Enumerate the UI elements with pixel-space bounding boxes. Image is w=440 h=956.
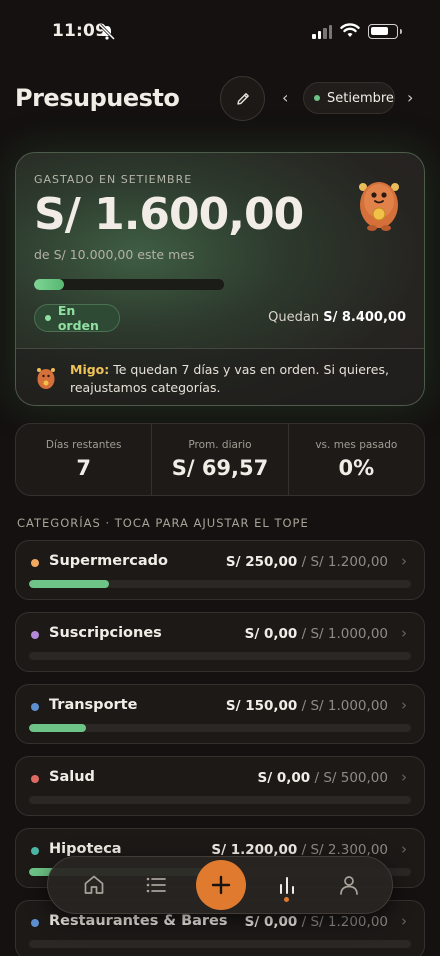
category-amount: S/ 250,00 / S/ 1.200,00 [226, 554, 388, 570]
status-text: En orden [57, 303, 99, 333]
category-color-dot [31, 631, 39, 639]
pencil-icon [236, 92, 249, 105]
cellular-signal-icon [312, 25, 332, 39]
category-amount: S/ 0,00 / S/ 500,00 [258, 770, 388, 786]
category-row[interactable]: Suscripciones S/ 0,00 / S/ 1.000,00 › [15, 612, 425, 672]
category-row[interactable]: Salud S/ 0,00 / S/ 500,00 › [15, 756, 425, 816]
stat-value: S/ 69,57 [171, 456, 269, 480]
category-spent: S/ 0,00 [257, 770, 311, 786]
category-amount: S/ 150,00 / S/ 1.000,00 [226, 698, 388, 714]
category-color-dot [31, 559, 39, 567]
prev-month-button[interactable]: ‹ [282, 88, 288, 107]
stat-label: vs. mes pasado [315, 439, 398, 451]
category-progress-bar [29, 796, 411, 804]
budget-summary-card: GASTADO EN SETIEMBRE S/ 1.600,00 de S/ 1… [15, 152, 425, 406]
stat-days-remaining: Días restantes 7 [16, 424, 151, 495]
budget-total: de S/ 10.000,00 este mes [34, 247, 195, 262]
category-progress-fill [29, 580, 110, 588]
category-amount: S/ 0,00 / S/ 1.000,00 [245, 626, 388, 642]
category-limit: / S/ 1.000,00 [301, 698, 388, 714]
profile-icon[interactable] [337, 873, 361, 897]
category-spent: S/ 0,00 [244, 914, 298, 930]
edit-button[interactable] [220, 76, 265, 121]
chevron-right-icon: › [401, 696, 407, 714]
category-color-dot [31, 703, 39, 711]
mascot-avatar-icon [37, 368, 55, 389]
remaining-amount: Quedan S/ 8.400,00 [268, 310, 406, 325]
assistant-name: Migo: [70, 362, 110, 377]
list-icon[interactable] [144, 873, 168, 897]
page-header: Presupuesto ‹ Setiembre › [0, 70, 440, 130]
category-row[interactable]: Transporte S/ 150,00 / S/ 1.000,00 › [15, 684, 425, 744]
stat-daily-average: Prom. diario S/ 69,57 [151, 424, 287, 495]
remaining-value: S/ 8.400,00 [323, 310, 406, 325]
bell-muted-icon [98, 24, 116, 40]
category-progress-bar [29, 652, 411, 660]
category-color-dot [31, 847, 39, 855]
remaining-label: Quedan [268, 310, 320, 325]
stat-label: Días restantes [45, 439, 122, 451]
category-amount: S/ 0,00 / S/ 1.200,00 [245, 914, 388, 930]
plus-icon [211, 875, 231, 895]
category-limit: / S/ 1.200,00 [301, 554, 388, 570]
status-dot [45, 315, 51, 321]
category-spent: S/ 250,00 [225, 554, 298, 570]
month-label: Setiembre [327, 90, 394, 106]
chevron-right-icon: › [401, 912, 407, 930]
next-month-button[interactable]: › [407, 88, 413, 107]
spent-progress-fill [34, 279, 65, 290]
wifi-icon [340, 23, 360, 37]
stat-label: Prom. diario [188, 439, 252, 451]
stat-value: 7 [76, 456, 91, 480]
stat-value: 0% [338, 456, 375, 480]
bottom-navigation [47, 856, 393, 914]
page-title: Presupuesto [15, 84, 180, 112]
category-color-dot [31, 775, 39, 783]
category-color-dot [31, 919, 39, 927]
stats-icon[interactable] [275, 873, 299, 897]
category-name: Supermercado [49, 553, 168, 569]
assistant-text: Migo: Te quedan 7 días y vas en orden. S… [70, 361, 400, 397]
status-bar: 11:09 [0, 0, 440, 64]
spent-amount: S/ 1.600,00 [34, 189, 304, 240]
category-spent: S/ 150,00 [225, 698, 298, 714]
mascot-icon [359, 182, 399, 231]
month-selector[interactable]: Setiembre [303, 82, 395, 114]
category-name: Restaurantes & Bares [49, 913, 228, 929]
spent-progress-bar [34, 279, 224, 290]
category-limit: / S/ 1.200,00 [301, 914, 388, 930]
category-progress-fill [29, 724, 87, 732]
stats-panel: Días restantes 7 Prom. diario S/ 69,57 v… [15, 423, 425, 496]
category-limit: / S/ 1.000,00 [301, 626, 388, 642]
chevron-right-icon: › [401, 840, 407, 858]
chevron-right-icon: › [401, 768, 407, 786]
category-progress-bar [29, 724, 411, 732]
section-title: CATEGORÍAS · TOCA PARA AJUSTAR EL TOPE [17, 516, 309, 530]
spent-label: GASTADO EN SETIEMBRE [34, 173, 193, 186]
category-limit: / S/ 500,00 [314, 770, 389, 786]
category-progress-bar [29, 580, 411, 588]
add-transaction-button[interactable] [196, 860, 246, 910]
chevron-right-icon: › [401, 624, 407, 642]
month-indicator-dot [314, 95, 320, 101]
category-name: Salud [49, 769, 95, 785]
battery-icon [368, 24, 402, 39]
category-row[interactable]: Supermercado S/ 250,00 / S/ 1.200,00 › [15, 540, 425, 600]
chevron-right-icon: › [401, 552, 407, 570]
assistant-message[interactable]: Migo: Te quedan 7 días y vas en orden. S… [16, 348, 424, 405]
category-name: Hipoteca [49, 841, 122, 857]
active-tab-indicator [284, 897, 289, 902]
category-spent: S/ 0,00 [244, 626, 298, 642]
category-name: Transporte [49, 697, 138, 713]
assistant-message-text: Te quedan 7 días y vas en orden. Si quie… [70, 362, 389, 395]
home-icon[interactable] [82, 873, 106, 897]
category-progress-bar [29, 940, 411, 948]
stat-vs-last-month: vs. mes pasado 0% [287, 424, 424, 495]
category-name: Suscripciones [49, 625, 162, 641]
status-badge: En orden [34, 303, 120, 333]
